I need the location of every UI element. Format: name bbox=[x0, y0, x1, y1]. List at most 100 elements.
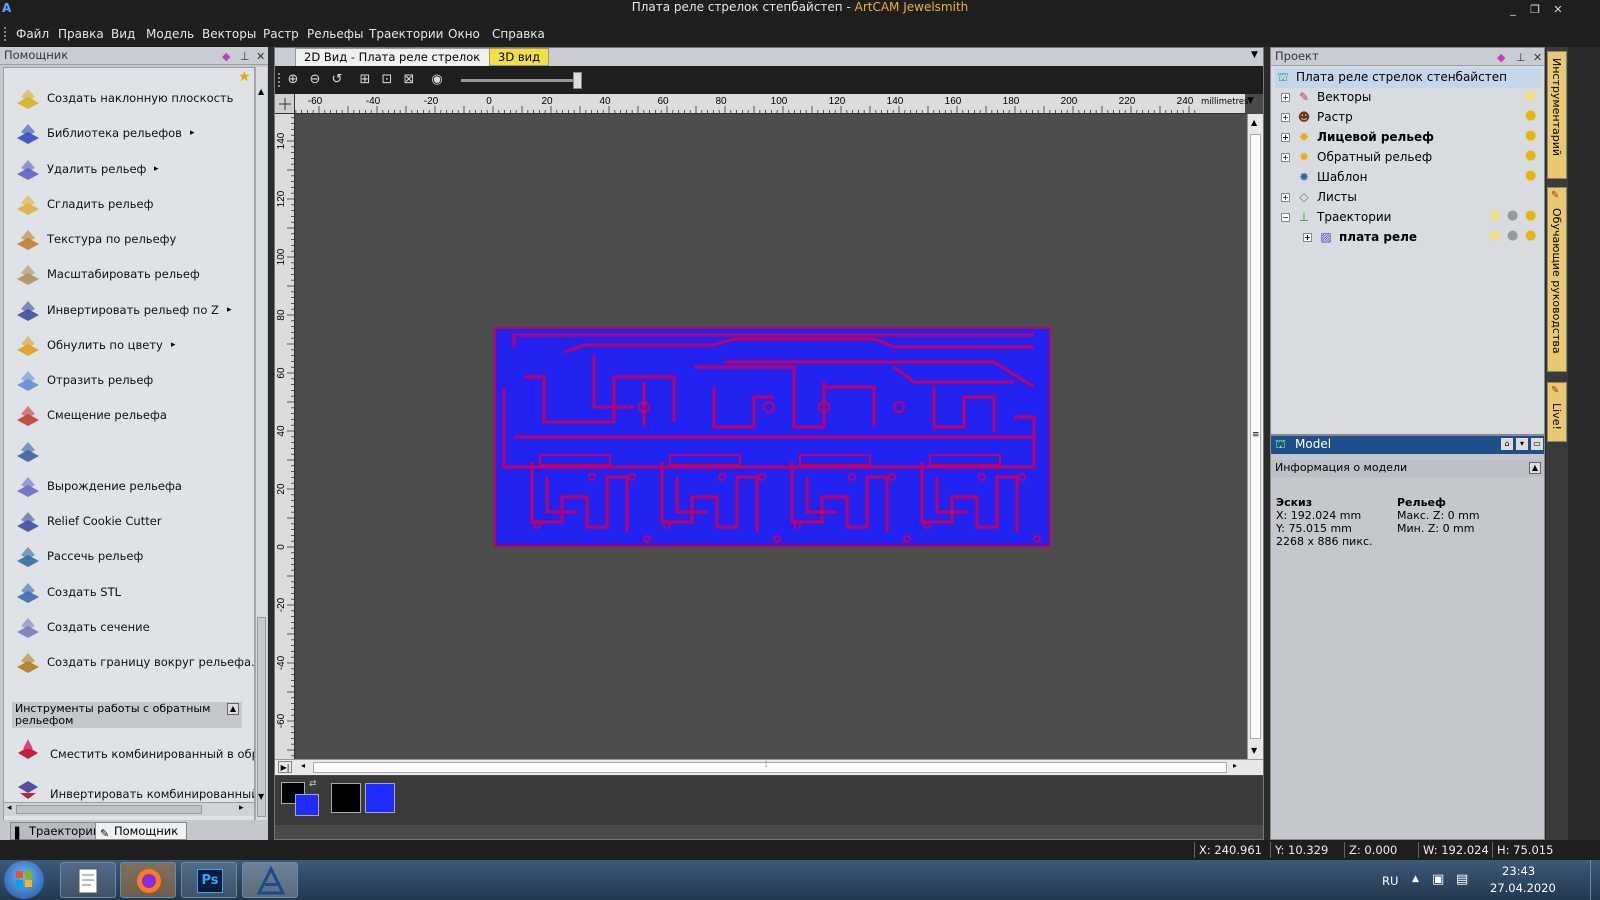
tab-live[interactable]: ✎ Live! bbox=[1547, 382, 1567, 442]
zoom-in-icon[interactable]: ⊕ bbox=[285, 72, 301, 88]
collapse-section-icon[interactable]: ▲ bbox=[1529, 462, 1541, 474]
helper-hscrollbar[interactable]: ◂ ▸ bbox=[4, 802, 254, 816]
taskbar-firefox[interactable] bbox=[120, 862, 176, 898]
helper-vscrollbar[interactable]: ▲ ▼ bbox=[255, 67, 267, 839]
screenshot-icon[interactable]: ◉ bbox=[429, 72, 445, 88]
tab-helper[interactable]: ✎ Помощник bbox=[95, 822, 188, 840]
pin-icon[interactable]: ⊥ bbox=[1516, 49, 1526, 66]
helper-tool-17[interactable]: Создать границу вокруг рельефа... bbox=[4, 646, 254, 678]
helper-tool-11[interactable] bbox=[4, 435, 254, 467]
zoom-box-icon[interactable]: ⊞ bbox=[357, 72, 373, 88]
visibility-bulb-icon[interactable]: ● bbox=[1525, 108, 1536, 123]
tab-3d-view[interactable]: 3D вид bbox=[489, 48, 550, 66]
tree-item-sheets[interactable]: + ◇ Листы bbox=[1281, 188, 1357, 208]
visibility-bulb-icon[interactable]: ● bbox=[1525, 228, 1536, 243]
back-relief-section-header[interactable]: Инструменты работы с обратным рельефом ▲ bbox=[12, 702, 242, 728]
zoom-out-icon[interactable]: ⊖ bbox=[307, 72, 323, 88]
zoom-previous-icon[interactable]: ↺ bbox=[329, 72, 345, 88]
tree-item-vectors[interactable]: + ✎ Векторы bbox=[1281, 88, 1371, 108]
menu-raster[interactable]: Растр bbox=[263, 27, 299, 42]
helper-tool-6[interactable]: Масштабировать рельеф bbox=[4, 258, 254, 290]
visibility-bulb-icon[interactable]: ● bbox=[1525, 168, 1536, 183]
ruler-corner[interactable] bbox=[275, 94, 295, 114]
tray-device-icon[interactable]: ▣ bbox=[1432, 872, 1444, 887]
language-indicator[interactable]: RU bbox=[1382, 874, 1398, 888]
pcb-drawing[interactable] bbox=[494, 327, 1051, 547]
visibility-bulb-icon[interactable]: ● bbox=[1525, 128, 1536, 143]
clock-time[interactable]: 23:43 bbox=[1502, 864, 1535, 878]
drawing-canvas[interactable] bbox=[296, 115, 1248, 760]
menu-edit[interactable]: Правка bbox=[58, 27, 104, 42]
menu-window[interactable]: Окно bbox=[448, 27, 480, 42]
visibility-3d-icon[interactable]: ● bbox=[1507, 228, 1518, 243]
zoom-all-icon[interactable]: ⊠ bbox=[401, 72, 417, 88]
expand-icon[interactable]: + bbox=[1281, 113, 1290, 122]
eraser-icon[interactable]: ◆ bbox=[222, 48, 230, 65]
tree-item-raster[interactable]: + ☻ Растр bbox=[1281, 108, 1353, 128]
menu-file[interactable]: Файл bbox=[16, 27, 49, 42]
clock-date[interactable]: 27.04.2020 bbox=[1490, 881, 1556, 895]
menu-help[interactable]: Справка bbox=[492, 27, 545, 42]
network-icon[interactable]: ▤ bbox=[1456, 872, 1468, 887]
home-icon[interactable]: ⌂ bbox=[1501, 438, 1513, 450]
helper-tool-invert-combined[interactable]: Инвертировать комбинированный в обра... bbox=[4, 772, 254, 804]
menu-toolpaths[interactable]: Траектории bbox=[369, 27, 443, 42]
pin-icon[interactable]: ⊥ bbox=[240, 48, 250, 65]
taskbar-notepad[interactable] bbox=[60, 862, 116, 898]
taskbar-photoshop[interactable]: Ps bbox=[181, 862, 237, 898]
helper-tool-shift-combined[interactable]: Сместить комбинированный в обратный bbox=[4, 732, 254, 764]
helper-tool-13[interactable]: Relief Cookie Cutter bbox=[4, 505, 254, 537]
expand-icon[interactable]: + bbox=[1281, 153, 1290, 162]
helper-tool-10[interactable]: Смещение рельефа bbox=[4, 399, 254, 431]
menu-vectors[interactable]: Векторы bbox=[202, 27, 256, 42]
helper-tool-16[interactable]: Создать сечение bbox=[4, 611, 254, 643]
helper-tool-7[interactable]: Инвертировать рельеф по Z ▸ bbox=[4, 294, 254, 326]
helper-tool-2[interactable]: Библиотека рельефов ▸ bbox=[4, 117, 254, 149]
show-desktop-button[interactable] bbox=[1590, 860, 1600, 900]
start-button[interactable] bbox=[4, 861, 44, 899]
expand-icon[interactable]: + bbox=[1281, 193, 1290, 202]
collapse-section-icon[interactable]: ▲ bbox=[227, 703, 239, 715]
taskbar-artcam[interactable] bbox=[242, 862, 298, 898]
tree-item-toolpaths[interactable]: − ⊥ Траектории bbox=[1281, 208, 1391, 228]
helper-tool-1[interactable]: Создать наклонную плоскость bbox=[4, 82, 254, 114]
helper-tool-8[interactable]: Обнулить по цвету ▸ bbox=[4, 329, 254, 361]
helper-tool-14[interactable]: Рассечь рельеф bbox=[4, 540, 254, 572]
tabs-dropdown-icon[interactable]: ▼ bbox=[1251, 50, 1258, 60]
visibility-bulb-icon[interactable]: ● bbox=[1525, 148, 1536, 163]
secondary-color-swatch[interactable] bbox=[295, 794, 319, 816]
close-icon[interactable]: ✕ bbox=[1533, 49, 1542, 66]
dropdown-icon[interactable]: ▾ bbox=[1516, 438, 1528, 450]
zoom-fit-icon[interactable]: ⊡ bbox=[379, 72, 395, 88]
visibility-2d-icon[interactable]: ● bbox=[1489, 208, 1500, 223]
menu-view[interactable]: Вид bbox=[111, 27, 135, 42]
palette-color-blue[interactable] bbox=[365, 783, 395, 813]
menu-model[interactable]: Модель bbox=[146, 27, 194, 42]
ruler-units-dropdown[interactable]: ▼ bbox=[1247, 96, 1254, 106]
helper-tool-3[interactable]: Удалить рельеф ▸ bbox=[4, 153, 254, 185]
zoom-slider-track[interactable] bbox=[461, 79, 581, 82]
expand-icon[interactable]: + bbox=[1281, 133, 1290, 142]
helper-tool-4[interactable]: Сгладить рельеф bbox=[4, 188, 254, 220]
helper-tool-9[interactable]: Отразить рельеф bbox=[4, 364, 254, 396]
tray-expand-icon[interactable]: ▲ bbox=[1412, 874, 1419, 884]
visibility-3d-icon[interactable]: ● bbox=[1507, 208, 1518, 223]
visibility-bulb-icon[interactable]: ● bbox=[1525, 88, 1536, 103]
close-icon[interactable]: ✕ bbox=[256, 48, 265, 65]
eraser-icon[interactable]: ◆ bbox=[1497, 49, 1505, 66]
menu-reliefs[interactable]: Рельефы bbox=[307, 27, 363, 42]
tab-toolbox[interactable]: Инструментарий bbox=[1547, 51, 1567, 179]
canvas-hscrollbar[interactable]: ▶| ◂ ⦙ ▸ bbox=[275, 759, 1263, 775]
project-root[interactable]: ⛫ Плата реле стрелок стенбайстеп bbox=[1275, 68, 1541, 88]
helper-tool-5[interactable]: Текстура по рельефу bbox=[4, 223, 254, 255]
palette-color-black[interactable] bbox=[331, 783, 361, 813]
tab-2d-view[interactable]: 2D Вид - Плата реле стрелок ✕ bbox=[295, 48, 510, 66]
tree-item-pcb-toolpath[interactable]: + ▨ плата реле bbox=[1303, 228, 1417, 248]
canvas-vscrollbar[interactable]: ▲ ≡ ▼ bbox=[1247, 114, 1263, 759]
collapse-icon[interactable]: − bbox=[1281, 213, 1290, 222]
expand-icon[interactable]: + bbox=[1281, 93, 1290, 102]
tab-tutorials[interactable]: ✎ Обучающие руководства bbox=[1547, 187, 1567, 372]
close-button[interactable]: ✕ bbox=[1545, 2, 1571, 18]
tree-item-front-relief[interactable]: + ✸ Лицевой рельеф bbox=[1281, 128, 1434, 148]
visibility-2d-icon[interactable]: ● bbox=[1489, 228, 1500, 243]
